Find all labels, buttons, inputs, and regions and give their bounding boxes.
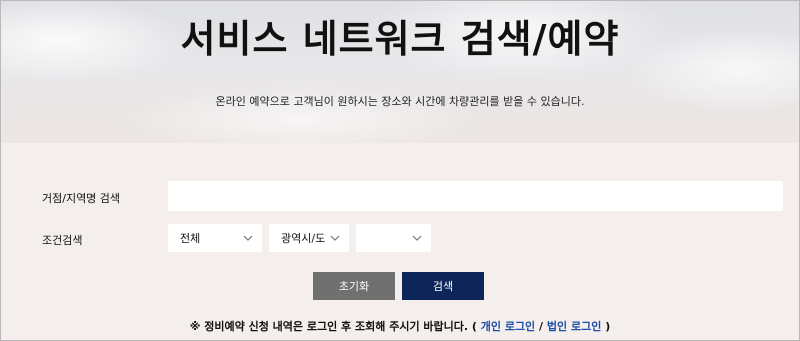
region-select[interactable]: 광역시/도 [269, 224, 349, 252]
chevron-down-icon [412, 235, 422, 241]
district-select[interactable] [356, 224, 431, 252]
notice-text: ※ 정비예약 신청 내역은 로그인 후 조회해 주시기 바랍니다. ( [189, 320, 477, 333]
login-notice: ※ 정비예약 신청 내역은 로그인 후 조회해 주시기 바랍니다. ( 개인 로… [0, 318, 800, 334]
reset-button[interactable]: 초기화 [313, 272, 395, 300]
type-select[interactable]: 전체 [168, 224, 262, 252]
search-button[interactable]: 검색 [402, 272, 484, 300]
hero-banner: 서비스 네트워크 검색/예약 온라인 예약으로 고객님이 원하시는 장소와 시간… [0, 0, 800, 143]
type-select-value: 전체 [180, 232, 201, 245]
region-select-value: 광역시/도 [281, 232, 326, 245]
location-search-input[interactable] [168, 181, 783, 211]
notice-suffix: ) [605, 320, 611, 333]
chevron-down-icon [243, 235, 253, 241]
corporate-login-link[interactable]: 법인 로그인 [547, 320, 601, 333]
location-search-label: 거점/지역명 검색 [42, 192, 121, 205]
page-subtitle: 온라인 예약으로 고객님이 원하시는 장소와 시간에 차량관리를 받을 수 있습… [215, 95, 585, 108]
personal-login-link[interactable]: 개인 로그인 [481, 320, 535, 333]
notice-separator: / [539, 320, 544, 333]
condition-search-label: 조건검색 [42, 234, 83, 247]
page-title: 서비스 네트워크 검색/예약 [180, 17, 620, 61]
chevron-down-icon [330, 235, 340, 241]
